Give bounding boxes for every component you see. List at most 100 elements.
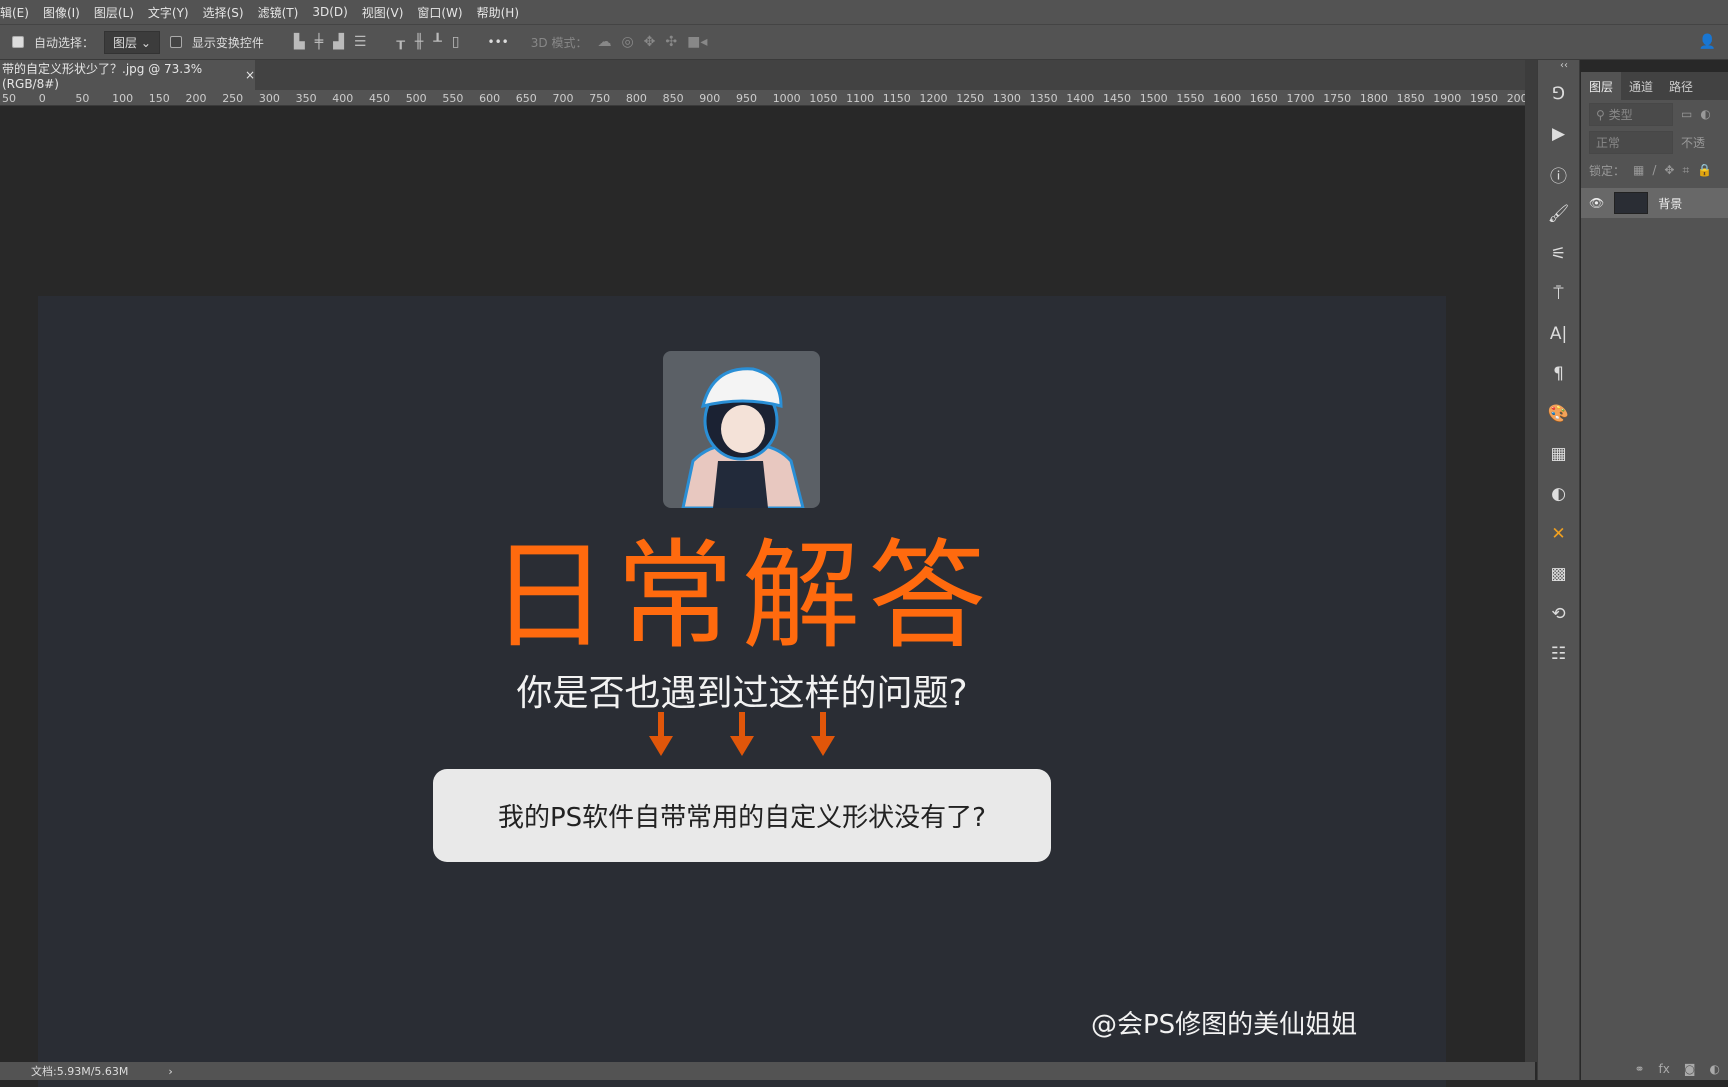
lock-all-icon[interactable]: 🔒: [1697, 163, 1712, 177]
opacity-label: 不透: [1681, 135, 1706, 150]
lock-label: 锁定：: [1589, 163, 1626, 178]
ruler-tick-label: 1550: [1176, 92, 1205, 105]
swatches-grid-icon[interactable]: ▦: [1538, 434, 1579, 474]
close-tab-icon[interactable]: ×: [245, 68, 255, 82]
ruler-tick-label: 1250: [956, 92, 985, 105]
blend-mode-dropdown[interactable]: 正常: [1589, 130, 1673, 154]
user-icon[interactable]: 👤: [1699, 34, 1716, 50]
ruler-tick-label: 550: [442, 92, 464, 105]
ruler-tick-label: 1900: [1433, 92, 1462, 105]
document-canvas[interactable]: 日常解答 你是否也遇到过这样的问题? 我的PS软件自带常用的自定义形状没有了? …: [38, 296, 1446, 1087]
shape-icon[interactable]: ⟲: [1538, 594, 1579, 634]
paragraph-icon[interactable]: ¶: [1538, 354, 1579, 394]
table-icon[interactable]: ▩: [1538, 554, 1579, 594]
layers-panel: 图层 通道 路径 ⚲ 类型 ▭ ◐ 正常 不透 锁定： ▦ / ✥ ⌗ 🔒 👁 背景 ⚭ fx …: [1581, 72, 1728, 1080]
menu-3d[interactable]: 3D(D): [312, 5, 347, 19]
align-top-icon[interactable]: ┰: [396, 34, 404, 50]
ruler-tick-label: 1800: [1359, 92, 1388, 105]
actions-play-icon[interactable]: ▶: [1538, 114, 1579, 154]
align-vcenter-icon[interactable]: ╫: [415, 34, 423, 50]
vertical-scrollbar[interactable]: [1525, 60, 1537, 1062]
color-palette-icon[interactable]: 🎨: [1538, 394, 1579, 434]
info-icon[interactable]: ⓘ: [1538, 154, 1579, 194]
lock-artboard-icon[interactable]: ⌗: [1682, 163, 1689, 178]
auto-select-label: 自动选择：: [34, 35, 95, 50]
menu-help[interactable]: 帮助(H): [477, 4, 519, 21]
properties-sliders-icon[interactable]: ☷: [1538, 634, 1579, 674]
3d-mode-label: 3D 模式：: [530, 35, 588, 50]
link-layers-icon[interactable]: ⚭: [1634, 1062, 1644, 1076]
adjust-filter-icon[interactable]: ◐: [1700, 107, 1710, 121]
menu-edit[interactable]: 辑(E): [0, 4, 29, 21]
document-tab[interactable]: 带的自定义形状少了？.jpg @ 73.3%(RGB/8#) ×: [0, 60, 255, 91]
tools-icon[interactable]: ✕: [1538, 514, 1579, 554]
ruler-tick-label: 50: [75, 92, 90, 105]
align-left-icon[interactable]: ▙: [294, 34, 305, 50]
ruler-tick-label: 900: [699, 92, 721, 105]
lock-transparent-icon[interactable]: ▦: [1633, 163, 1644, 177]
document-size: 文档:5.93M/5.63M: [31, 1065, 129, 1078]
3d-slide-icon[interactable]: ✣: [665, 34, 677, 50]
status-menu-arrow[interactable]: ›: [168, 1065, 172, 1078]
adjustments-icon[interactable]: ◐: [1538, 474, 1579, 514]
history-icon[interactable]: ⅁: [1538, 74, 1579, 114]
tab-layers[interactable]: 图层: [1581, 72, 1622, 100]
image-filter-icon[interactable]: ▭: [1681, 107, 1692, 121]
ruler-tick-label: 1750: [1323, 92, 1352, 105]
menu-bar: 辑(E) 图像(I) 图层(L) 文字(Y) 选择(S) 滤镜(T) 3D(D)…: [0, 0, 1728, 24]
3d-pan-icon[interactable]: ✥: [644, 34, 656, 50]
ruler-tick-label: 650: [515, 92, 537, 105]
distribute-v-icon[interactable]: ▯: [452, 34, 460, 50]
tool-presets-icon[interactable]: ⚟: [1538, 234, 1579, 274]
avatar-image: [663, 351, 820, 508]
ruler-tick-label: 450: [369, 92, 390, 105]
menu-view[interactable]: 视图(V): [362, 4, 404, 21]
menu-filter[interactable]: 滤镜(T): [258, 4, 299, 21]
ruler-tick-label: 250: [222, 92, 244, 105]
tab-paths[interactable]: 路径: [1661, 72, 1701, 100]
align-bottom-icon[interactable]: ┸: [433, 34, 441, 50]
menu-layer[interactable]: 图层(L): [94, 4, 134, 21]
lock-move-icon[interactable]: ✥: [1664, 163, 1674, 177]
ruler-tick-label: 950: [736, 92, 757, 105]
filter-placeholder: 类型: [1608, 107, 1633, 122]
menu-type[interactable]: 文字(Y): [148, 4, 189, 21]
brush-settings-icon[interactable]: 🖌: [1538, 194, 1579, 234]
ruler-tick-label: 800: [625, 92, 647, 105]
ruler-tick-label: 750: [589, 92, 611, 105]
menu-image[interactable]: 图像(I): [43, 4, 80, 21]
new-adjustment-icon[interactable]: ◐: [1710, 1062, 1720, 1076]
layer-filter-dropdown[interactable]: ⚲ 类型: [1589, 102, 1673, 126]
ruler-tick-label: 1350: [1029, 92, 1058, 105]
lock-paint-icon[interactable]: /: [1652, 163, 1656, 177]
ruler-tick-label: 200: [185, 92, 207, 105]
ruler-tick-label: 100: [112, 92, 134, 105]
3d-camera-icon[interactable]: ■◂: [687, 34, 707, 50]
character-icon[interactable]: A|: [1538, 314, 1579, 354]
canvas-workspace[interactable]: 日常解答 你是否也遇到过这样的问题? 我的PS软件自带常用的自定义形状没有了? …: [0, 106, 1525, 1087]
3d-orbit-icon[interactable]: ☁: [597, 34, 611, 50]
align-hcenter-icon[interactable]: ╪: [315, 34, 323, 50]
layer-row-background[interactable]: 👁 背景: [1581, 188, 1728, 218]
auto-select-target-dropdown[interactable]: 图层 ⌄: [104, 30, 160, 54]
ruler-tick-label: 1100: [846, 92, 875, 105]
distribute-icon[interactable]: ☰: [354, 34, 367, 50]
ruler-tick-label: 400: [332, 92, 354, 105]
visibility-eye-icon[interactable]: 👁: [1589, 196, 1604, 210]
more-options-button[interactable]: •••: [488, 35, 509, 49]
ruler-tick-label: 1650: [1249, 92, 1278, 105]
align-right-icon[interactable]: ▟: [333, 34, 344, 50]
3d-roll-icon[interactable]: ◎: [621, 34, 633, 50]
down-arrow-icon: [811, 712, 835, 756]
clone-source-icon[interactable]: ⍑: [1538, 274, 1579, 314]
collapse-panels-button[interactable]: ‹‹: [1560, 60, 1568, 71]
status-bar: 文档:5.93M/5.63M ›: [0, 1062, 1535, 1080]
show-transform-checkbox[interactable]: [169, 36, 182, 48]
auto-select-checkbox[interactable]: [12, 36, 24, 48]
ruler-tick-label: 1400: [1066, 92, 1095, 105]
menu-window[interactable]: 窗口(W): [417, 4, 462, 21]
fx-icon[interactable]: fx: [1659, 1062, 1670, 1076]
menu-select[interactable]: 选择(S): [203, 4, 244, 21]
add-mask-icon[interactable]: ◙: [1684, 1062, 1696, 1076]
tab-channels[interactable]: 通道: [1621, 72, 1661, 100]
